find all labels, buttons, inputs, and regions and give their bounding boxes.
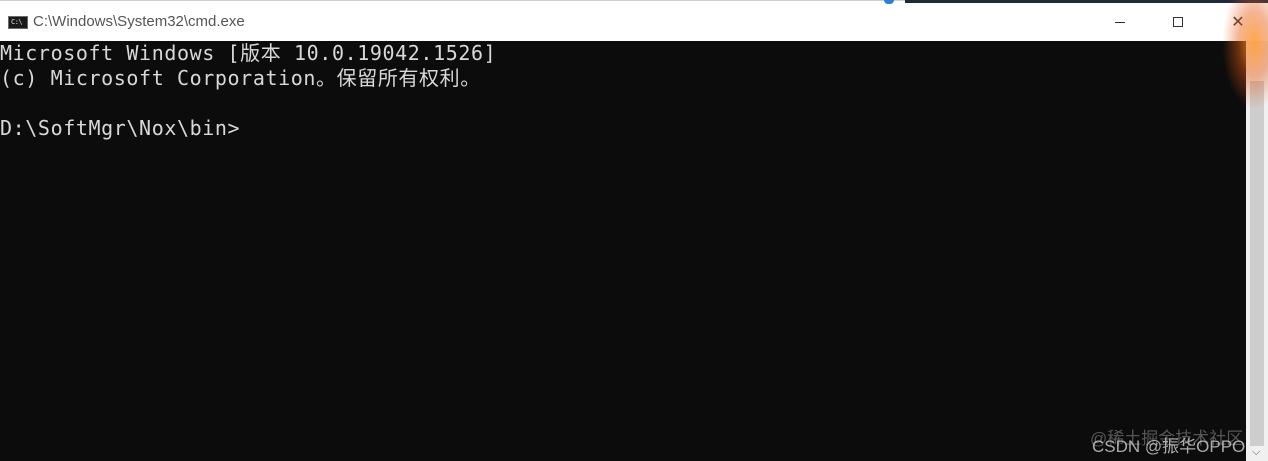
vertical-scrollbar[interactable]: ⌵ — [1246, 41, 1268, 461]
minimize-icon — [1115, 21, 1125, 23]
minimize-button[interactable] — [1092, 2, 1148, 42]
title-bar[interactable]: C:\ C:\Windows\System32\cmd.exe ✕ — [0, 0, 1268, 41]
close-button[interactable]: ✕ — [1210, 2, 1266, 42]
console-line-version: Microsoft Windows [版本 10.0.19042.1526] — [0, 41, 497, 65]
console-prompt[interactable]: D:\SoftMgr\Nox\bin> — [0, 116, 240, 141]
cmd-icon[interactable]: C:\ — [8, 16, 28, 29]
window-title: C:\Windows\System32\cmd.exe — [33, 13, 245, 30]
maximize-icon — [1173, 17, 1183, 27]
console-output[interactable]: Microsoft Windows [版本 10.0.19042.1526] (… — [0, 41, 1246, 461]
scroll-down-icon[interactable]: ⌵ — [1252, 446, 1260, 457]
scrollbar-thumb[interactable] — [1250, 81, 1264, 446]
watermark-csdn: CSDN @振华OPPO — [1092, 437, 1246, 456]
cmd-window: C:\ C:\Windows\System32\cmd.exe ✕ Micros… — [0, 0, 1268, 461]
maximize-button[interactable] — [1150, 2, 1206, 42]
desktop-edge-strip — [905, 0, 1268, 3]
console-line-copyright: (c) Microsoft Corporation。保留所有权利。 — [0, 66, 481, 90]
close-icon: ✕ — [1231, 12, 1245, 31]
cmd-icon-glyph: C:\ — [11, 18, 23, 26]
